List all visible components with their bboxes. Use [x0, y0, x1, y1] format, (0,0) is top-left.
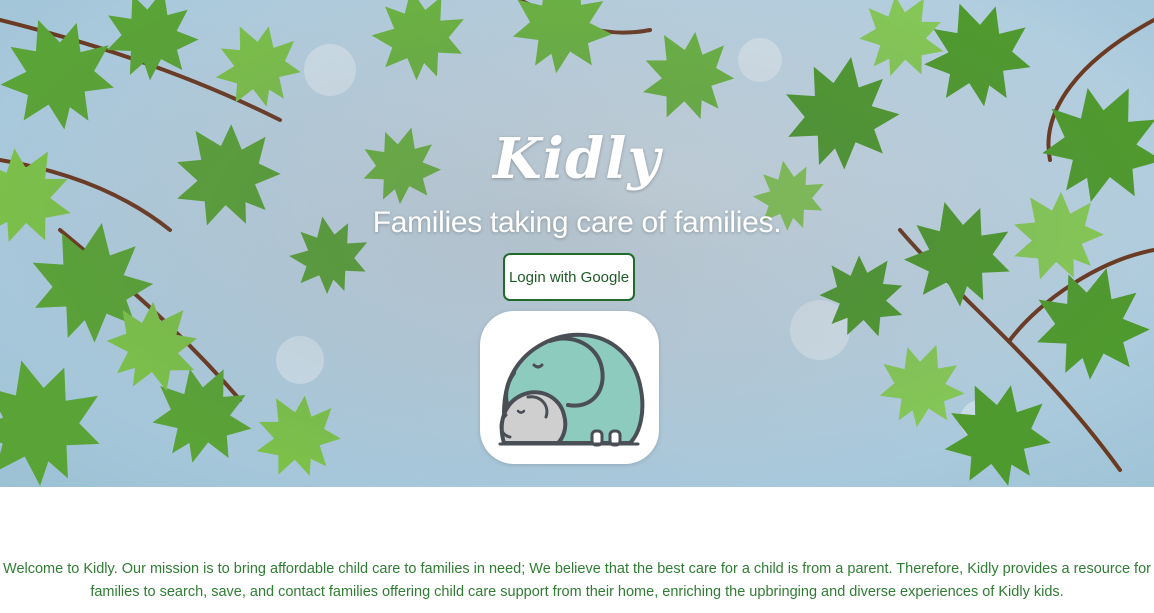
brand-title: Kidly — [493, 126, 661, 192]
hero-section: Kidly Families taking care of families. … — [0, 0, 1154, 487]
app-logo — [480, 311, 659, 464]
login-with-google-button[interactable]: Login with Google — [503, 253, 635, 301]
tagline: Families taking care of families. — [372, 206, 782, 239]
mission-statement: Welcome to Kidly. Our mission is to brin… — [3, 561, 1151, 600]
elephant-family-icon — [498, 332, 645, 447]
